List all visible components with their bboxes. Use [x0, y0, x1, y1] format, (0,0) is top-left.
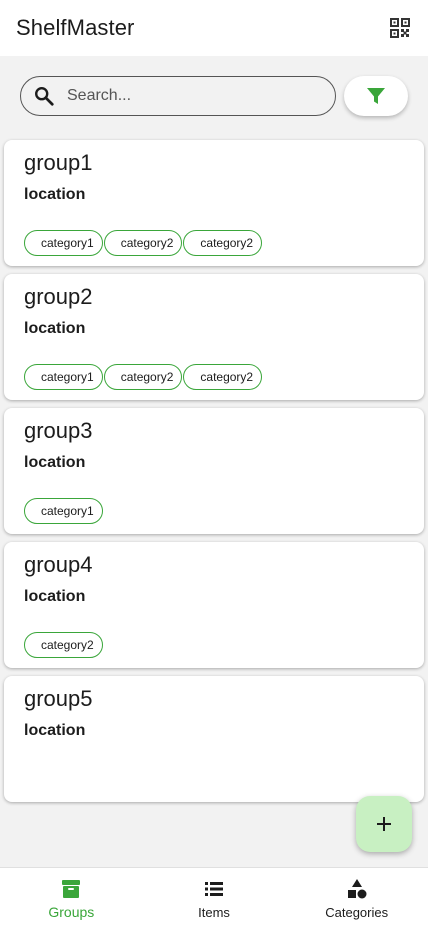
group-name: group5 [24, 686, 93, 711]
group-list: group1 location category1 category2 cate… [4, 140, 424, 810]
category-chip[interactable]: category2 [103, 230, 183, 256]
group-name: group2 [24, 284, 93, 309]
group-location: location [24, 320, 86, 337]
search-input[interactable] [67, 87, 297, 105]
group-card[interactable]: group3 location category1 [4, 408, 424, 534]
shapes-icon [347, 879, 367, 899]
nav-item-items[interactable]: Items [143, 868, 286, 926]
filter-icon [367, 88, 385, 104]
search-icon [35, 87, 54, 106]
search-box[interactable] [20, 76, 336, 116]
category-chip[interactable]: category2 [183, 364, 263, 390]
nav-item-groups[interactable]: Groups [0, 868, 143, 926]
group-location: location [24, 722, 86, 739]
nav-label: Categories [325, 905, 389, 920]
app-root: ShelfMaster Search... group1 location ca… [0, 0, 428, 926]
category-chip[interactable]: category2 [183, 230, 263, 256]
group-location: location [24, 588, 86, 605]
group-card[interactable]: group4 location category2 [4, 542, 424, 668]
category-chip[interactable]: category2 [103, 364, 183, 390]
group-location: location [24, 454, 86, 471]
archive-box-icon [62, 880, 81, 898]
category-chip-row: category1 [24, 498, 103, 524]
plus-icon [377, 817, 391, 831]
group-location: location [24, 186, 86, 203]
list-icon [205, 882, 223, 896]
nav-label: Items [198, 905, 230, 920]
filter-button[interactable] [344, 76, 408, 116]
nav-label: Groups [48, 904, 95, 920]
group-card[interactable]: group2 location category1 category2 cate… [4, 274, 424, 400]
category-chip[interactable]: category1 [24, 364, 103, 390]
category-chip[interactable]: category2 [24, 632, 103, 658]
group-name: group4 [24, 552, 93, 577]
group-name: group1 [24, 150, 93, 175]
category-chip-row: category1 category2 category2 [24, 230, 263, 256]
category-chip-row: category1 category2 category2 [24, 364, 263, 390]
add-group-button[interactable] [356, 796, 412, 852]
search-row [20, 76, 408, 116]
qr-code-button[interactable] [388, 16, 412, 40]
category-chip-row: category2 [24, 632, 103, 658]
app-title: ShelfMaster [16, 15, 135, 40]
group-name: group3 [24, 418, 93, 443]
group-card[interactable]: group5 location [4, 676, 424, 802]
category-chip[interactable]: category1 [24, 230, 103, 256]
group-card[interactable]: group1 location category1 category2 cate… [4, 140, 424, 266]
qr-code-icon [390, 18, 410, 38]
category-chip[interactable]: category1 [24, 498, 103, 524]
nav-item-categories[interactable]: Categories [285, 868, 428, 926]
app-bar: ShelfMaster [0, 0, 428, 56]
bottom-navigation: Groups Items Categories [0, 867, 428, 926]
